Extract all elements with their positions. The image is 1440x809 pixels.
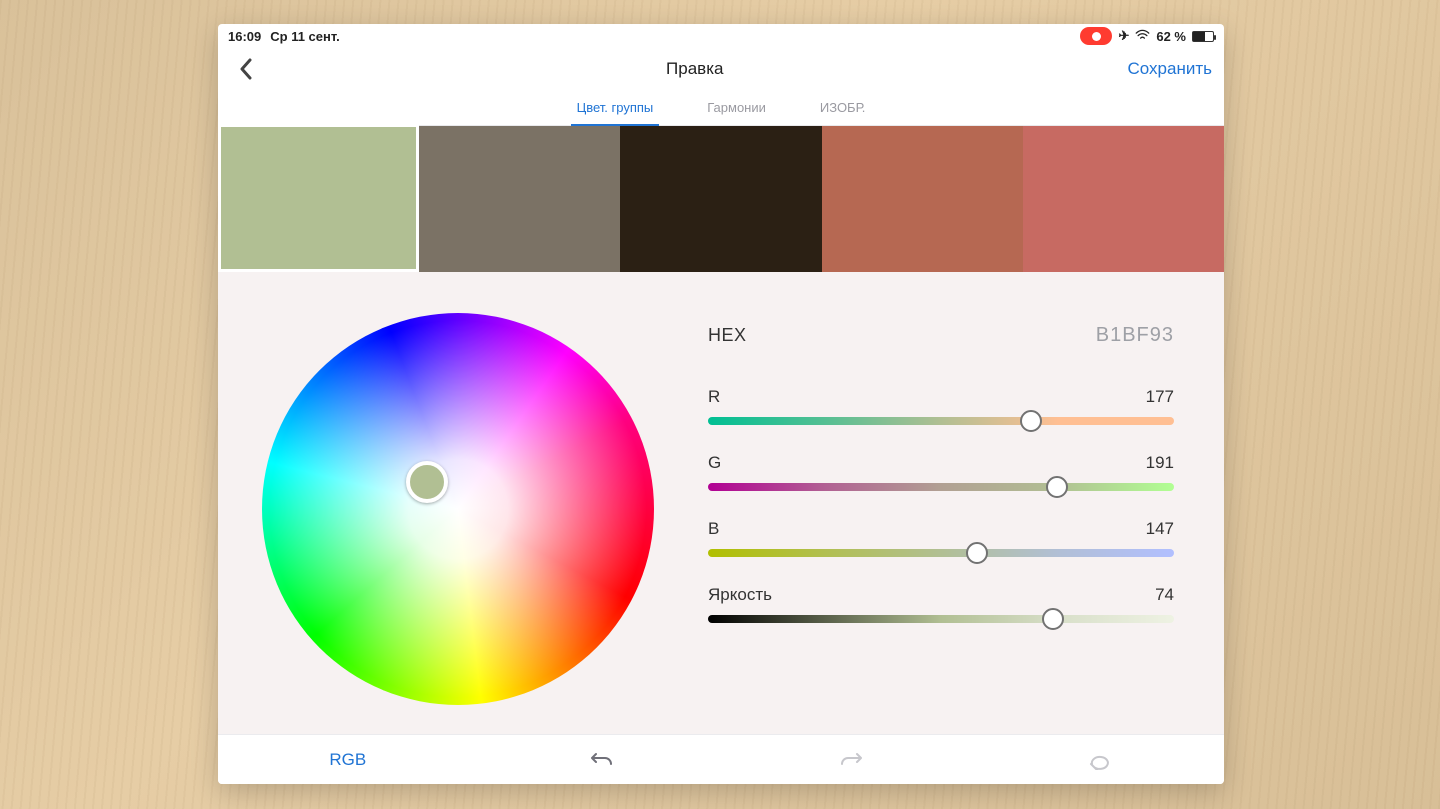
tabs: Цвет. группы Гармонии ИЗОБР. [218,90,1224,126]
slider-r: R 177 [708,387,1174,425]
revert-icon [1088,750,1112,770]
slider-r-label: R [708,387,720,407]
slider-g-label: G [708,453,721,473]
slider-g-thumb[interactable] [1046,476,1068,498]
color-wheel-picker[interactable] [406,461,448,503]
undo-button[interactable] [589,747,615,773]
swatch-2[interactable] [419,126,620,272]
slider-b-label: B [708,519,719,539]
back-button[interactable] [230,53,262,85]
hex-value[interactable]: B1BF93 [1096,324,1174,347]
bottom-bar: RGB [218,734,1224,784]
slider-r-value: 177 [1146,387,1174,407]
hex-label: HEX [708,325,747,346]
tab-image[interactable]: ИЗОБР. [820,100,866,125]
color-wheel-area [258,292,658,726]
status-date: Ср 11 сент. [270,29,339,44]
redo-icon [839,750,863,770]
slider-brightness-track[interactable] [708,615,1174,623]
airplane-mode-icon: ✈ [1118,28,1129,44]
undo-icon [590,750,614,770]
slider-r-track[interactable] [708,417,1174,425]
slider-brightness-value: 74 [1155,585,1174,605]
palette-row [218,126,1224,272]
swatch-5[interactable] [1023,126,1224,272]
page-title: Правка [666,59,723,79]
status-bar: 16:09 Ср 11 сент. ✈ 62 % [218,24,1224,48]
slider-brightness: Яркость 74 [708,585,1174,623]
save-button[interactable]: Сохранить [1128,59,1212,79]
battery-icon [1192,31,1214,42]
screen-record-indicator [1080,27,1112,45]
slider-g: G 191 [708,453,1174,491]
hex-row: HEX B1BF93 [708,324,1174,347]
color-wheel[interactable] [262,313,654,705]
slider-b-thumb[interactable] [966,542,988,564]
battery-percent: 62 % [1156,29,1186,44]
swatch-3[interactable] [620,126,821,272]
editor-content: HEX B1BF93 R 177 G 191 [218,272,1224,734]
status-time: 16:09 [228,29,261,44]
slider-g-value: 191 [1146,453,1174,473]
nav-bar: Правка Сохранить [218,48,1224,90]
slider-r-thumb[interactable] [1020,410,1042,432]
tab-harmonies[interactable]: Гармонии [707,100,766,125]
color-mode-button[interactable]: RGB [329,750,366,770]
tab-color-groups[interactable]: Цвет. группы [577,100,654,125]
slider-brightness-thumb[interactable] [1042,608,1064,630]
slider-g-track[interactable] [708,483,1174,491]
color-controls: HEX B1BF93 R 177 G 191 [708,292,1184,726]
slider-b: B 147 [708,519,1174,557]
slider-brightness-label: Яркость [708,585,772,605]
slider-b-value: 147 [1146,519,1174,539]
swatch-1[interactable] [218,124,419,272]
chevron-left-icon [239,58,253,80]
wifi-icon [1135,29,1150,44]
redo-button[interactable] [838,747,864,773]
revert-button[interactable] [1087,747,1113,773]
slider-b-track[interactable] [708,549,1174,557]
swatch-4[interactable] [822,126,1023,272]
